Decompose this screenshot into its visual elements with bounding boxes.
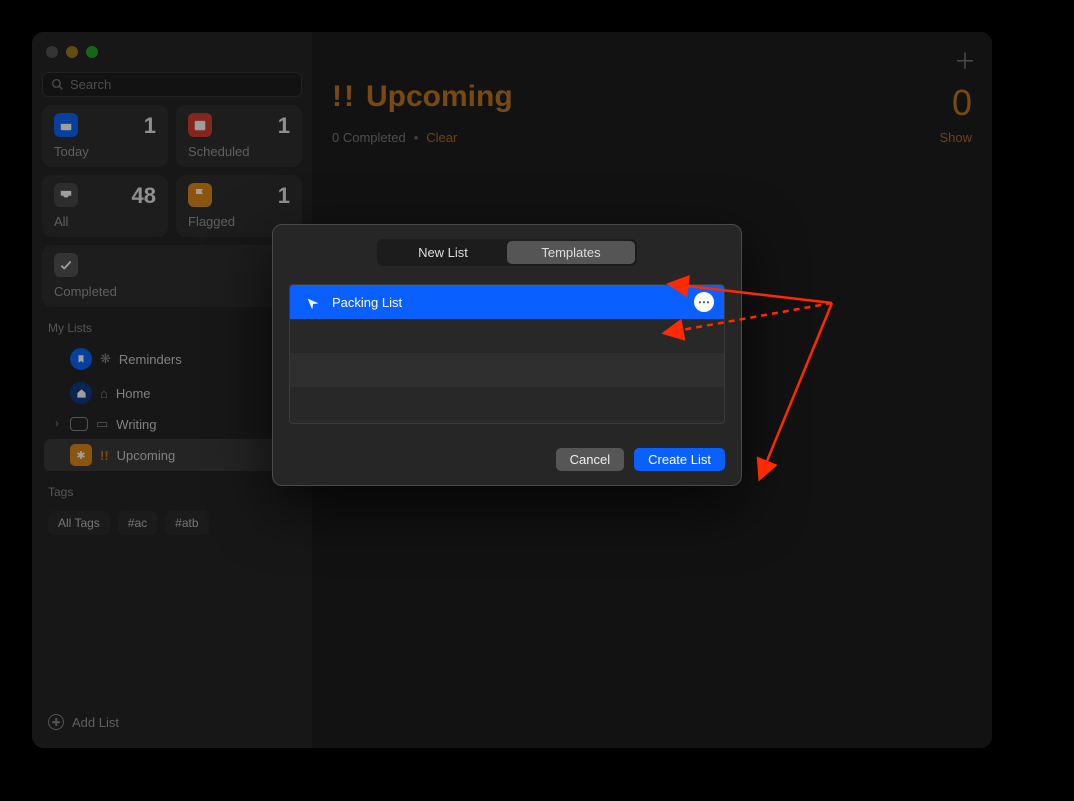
house-icon [70, 382, 92, 404]
calendar-today-icon [54, 113, 78, 137]
sidebar: 1 Today 1 Scheduled 48 All [32, 32, 312, 748]
add-list-button[interactable]: Add List [42, 706, 302, 738]
clear-completed-button[interactable]: Clear [426, 130, 457, 145]
card-all-label: All [54, 214, 68, 229]
templates-list: Packing List ⋯ [289, 284, 725, 424]
add-list-label: Add List [72, 715, 119, 730]
sidebar-item-label: Upcoming [117, 448, 176, 463]
mylists-heading: My Lists [42, 315, 302, 335]
folder-icon [70, 417, 88, 431]
cancel-button[interactable]: Cancel [556, 448, 624, 471]
card-all-count: 48 [132, 183, 156, 209]
template-name: Packing List [332, 295, 402, 310]
window-zoom-button[interactable] [86, 46, 98, 58]
modal-segmented-control: New List Templates [377, 239, 637, 266]
search-field[interactable] [42, 72, 302, 97]
monitor-icon: ▭ [96, 416, 108, 432]
tab-templates[interactable]: Templates [507, 241, 635, 264]
show-completed-button[interactable]: Show [939, 130, 972, 145]
card-completed[interactable]: Completed [42, 245, 302, 307]
template-row-packing-list[interactable]: Packing List ⋯ [290, 285, 724, 319]
plus-circle-icon [48, 714, 64, 730]
template-row-empty [290, 387, 724, 421]
priority-icon: !! [100, 448, 109, 463]
sidebar-item-writing[interactable]: › ▭ Writing [44, 411, 300, 437]
mylists: ❋ Reminders ⌂ Home › ▭ Writing ✱ !! [42, 343, 302, 471]
sidebar-item-label: Home [116, 386, 151, 401]
smart-list-cards: 1 Today 1 Scheduled 48 All [42, 105, 302, 307]
tag-ac[interactable]: #ac [118, 511, 157, 535]
card-scheduled-count: 1 [278, 113, 290, 139]
modal-footer: Cancel Create List [289, 438, 725, 471]
list-secondary-icon: ⌂ [100, 386, 108, 401]
more-options-button[interactable]: ⋯ [694, 292, 714, 312]
card-flagged-count: 1 [278, 183, 290, 209]
sidebar-item-reminders[interactable]: ❋ Reminders [44, 343, 300, 375]
calendar-icon [188, 113, 212, 137]
card-scheduled-label: Scheduled [188, 144, 249, 159]
tag-row: All Tags #ac #atb [42, 507, 302, 539]
tag-all[interactable]: All Tags [48, 511, 110, 535]
card-today[interactable]: 1 Today [42, 105, 168, 167]
tray-icon [54, 183, 78, 207]
card-today-label: Today [54, 144, 89, 159]
add-reminder-button[interactable]: ＋ [954, 44, 976, 76]
sidebar-item-label: Writing [116, 417, 156, 432]
window-close-button[interactable] [46, 46, 58, 58]
card-scheduled[interactable]: 1 Scheduled [176, 105, 302, 167]
card-today-count: 1 [144, 113, 156, 139]
checkmark-icon [54, 253, 78, 277]
card-all[interactable]: 48 All [42, 175, 168, 237]
list-secondary-icon: ❋ [100, 351, 111, 367]
list-count: 0 [952, 82, 972, 124]
airplane-icon [300, 291, 322, 313]
page-title: !! Upcoming [332, 80, 972, 114]
separator-dot: • [414, 130, 419, 145]
tags-heading: Tags [42, 479, 302, 499]
priority-prefix: !! [332, 80, 356, 114]
template-row-empty [290, 319, 724, 353]
sidebar-item-upcoming[interactable]: ✱ !! Upcoming [44, 439, 300, 471]
search-input[interactable] [70, 77, 293, 92]
tab-new-list[interactable]: New List [379, 241, 507, 264]
sidebar-item-label: Reminders [119, 352, 182, 367]
completed-row: 0 Completed • Clear Show [332, 130, 972, 145]
flag-icon [188, 183, 212, 207]
tag-atb[interactable]: #atb [165, 511, 208, 535]
completed-count-text: 0 Completed [332, 130, 406, 145]
create-list-button[interactable]: Create List [634, 448, 725, 471]
template-row-empty [290, 353, 724, 387]
asterisk-icon: ✱ [70, 444, 92, 466]
page-title-text: Upcoming [366, 80, 513, 114]
card-flagged-label: Flagged [188, 214, 235, 229]
sidebar-item-home[interactable]: ⌂ Home [44, 377, 300, 409]
chevron-right-icon[interactable]: › [52, 418, 62, 430]
new-list-modal: New List Templates Packing List ⋯ Cancel… [272, 224, 742, 486]
bookmark-icon [70, 348, 92, 370]
window-minimize-button[interactable] [66, 46, 78, 58]
window-traffic-lights [42, 42, 302, 64]
search-icon [51, 78, 64, 91]
card-completed-label: Completed [54, 284, 117, 299]
